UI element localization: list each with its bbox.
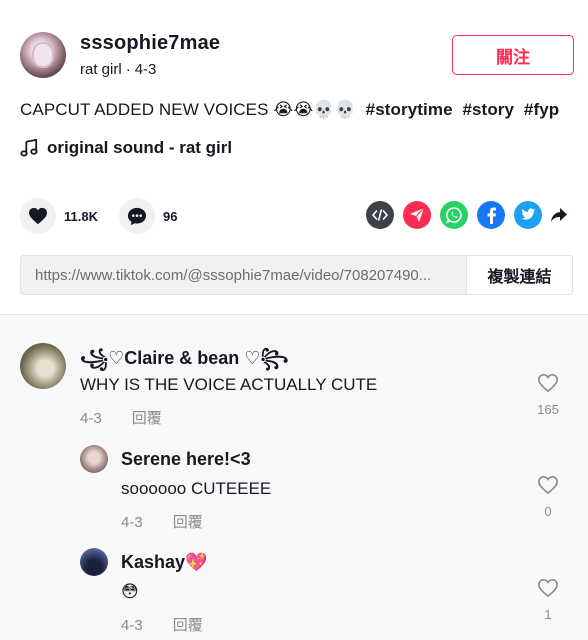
comment-list: ꧁♡Claire & bean ♡꧂ WHY IS THE VOICE ACTU… <box>0 314 588 640</box>
twitter-share-button[interactable] <box>514 201 542 229</box>
comment-meta: 4-3 回覆 <box>121 511 203 532</box>
comment-date: 4-3 <box>121 617 143 634</box>
music-note-icon <box>20 139 38 157</box>
caption-text: CAPCUT ADDED NEW VOICES 😭😭💀💀 <box>20 100 356 119</box>
reply-button[interactable]: 回覆 <box>173 514 203 531</box>
twitter-bird-icon <box>521 208 536 220</box>
whatsapp-icon <box>446 207 462 224</box>
comment-meta: 4-3 回覆 <box>80 407 162 428</box>
commenter-name[interactable]: Kashay💖 <box>121 552 207 573</box>
hashtag-link[interactable]: #story <box>462 100 514 119</box>
comment-like[interactable]: 165 <box>528 373 568 417</box>
hashtag-link[interactable]: #fyp <box>524 100 559 119</box>
author-header: sssophie7mae rat girl · 4-3 關注 <box>20 30 574 86</box>
sound-link[interactable]: original sound - rat girl <box>20 138 232 158</box>
like-action[interactable]: 11.8K <box>20 198 98 234</box>
post-date: 4-3 <box>134 61 157 78</box>
comment-count: 96 <box>163 208 178 224</box>
more-share-button[interactable] <box>548 201 570 229</box>
author-username[interactable]: sssophie7mae <box>80 32 220 55</box>
reply-button[interactable]: 回覆 <box>132 410 162 427</box>
comment-date: 4-3 <box>80 410 102 427</box>
post-caption: CAPCUT ADDED NEW VOICES 😭😭💀💀 #storytime … <box>20 100 559 120</box>
comment-date: 4-3 <box>121 514 143 531</box>
author-nickname: rat girl <box>80 61 122 78</box>
comment-text: soooooo CUTEEEE <box>121 479 272 498</box>
video-detail-panel: sssophie7mae rat girl · 4-3 關注 CAPCUT ADDE… <box>0 0 588 640</box>
commenter-avatar[interactable] <box>80 445 108 473</box>
video-link-box: https://www.tiktok.com/@sssophie7mae/vid… <box>20 255 573 295</box>
hashtag-link[interactable]: #storytime <box>366 100 453 119</box>
facebook-share-button[interactable] <box>477 201 505 229</box>
action-bar: 11.8K 96 <box>20 198 570 236</box>
heart-outline-icon[interactable] <box>537 578 559 598</box>
author-subline: rat girl · 4-3 <box>80 61 157 78</box>
comment-like-count: 0 <box>544 504 552 519</box>
embed-button[interactable] <box>366 201 394 229</box>
comment-meta: 4-3 回覆 <box>121 614 203 635</box>
comment-button[interactable] <box>119 198 155 234</box>
comment-like-count: 165 <box>537 402 559 417</box>
comment-like[interactable]: 1 <box>528 578 568 622</box>
like-button[interactable] <box>20 198 56 234</box>
follow-button[interactable]: 關注 <box>452 35 574 75</box>
reply-item: Serene here!<3 soooooo CUTEEEE 4-3 回覆 0 <box>0 435 588 538</box>
reply-item: Kashay💖 😳 4-3 回覆 1 <box>0 538 588 640</box>
commenter-avatar[interactable] <box>80 548 108 576</box>
commenter-name[interactable]: Serene here!<3 <box>121 449 251 470</box>
send-to-friends-button[interactable] <box>403 201 431 229</box>
copy-link-button[interactable]: 複製連結 <box>466 256 572 294</box>
heart-outline-icon[interactable] <box>537 373 559 393</box>
comment-bubble-icon <box>127 207 147 225</box>
author-avatar[interactable] <box>20 32 66 78</box>
facebook-icon <box>487 207 496 224</box>
commenter-avatar[interactable] <box>20 343 66 389</box>
comment-text: WHY IS THE VOICE ACTUALLY CUTE <box>80 375 378 394</box>
whatsapp-share-button[interactable] <box>440 201 468 229</box>
comment-item: ꧁♡Claire & bean ♡꧂ WHY IS THE VOICE ACTU… <box>0 315 588 435</box>
share-buttons <box>357 201 570 229</box>
share-arrow-icon <box>551 208 567 222</box>
like-count: 11.8K <box>64 208 98 224</box>
comment-like-count: 1 <box>544 607 552 622</box>
comment-text: 😳 <box>121 582 139 601</box>
reply-button[interactable]: 回覆 <box>173 617 203 634</box>
heart-outline-icon[interactable] <box>537 475 559 495</box>
heart-icon <box>29 207 47 225</box>
embed-code-icon <box>372 209 388 221</box>
sound-title: original sound - rat girl <box>47 138 233 157</box>
paper-plane-icon <box>410 207 425 222</box>
comment-action[interactable]: 96 <box>119 198 177 234</box>
video-url[interactable]: https://www.tiktok.com/@sssophie7mae/vid… <box>21 267 466 284</box>
comment-like[interactable]: 0 <box>528 475 568 519</box>
